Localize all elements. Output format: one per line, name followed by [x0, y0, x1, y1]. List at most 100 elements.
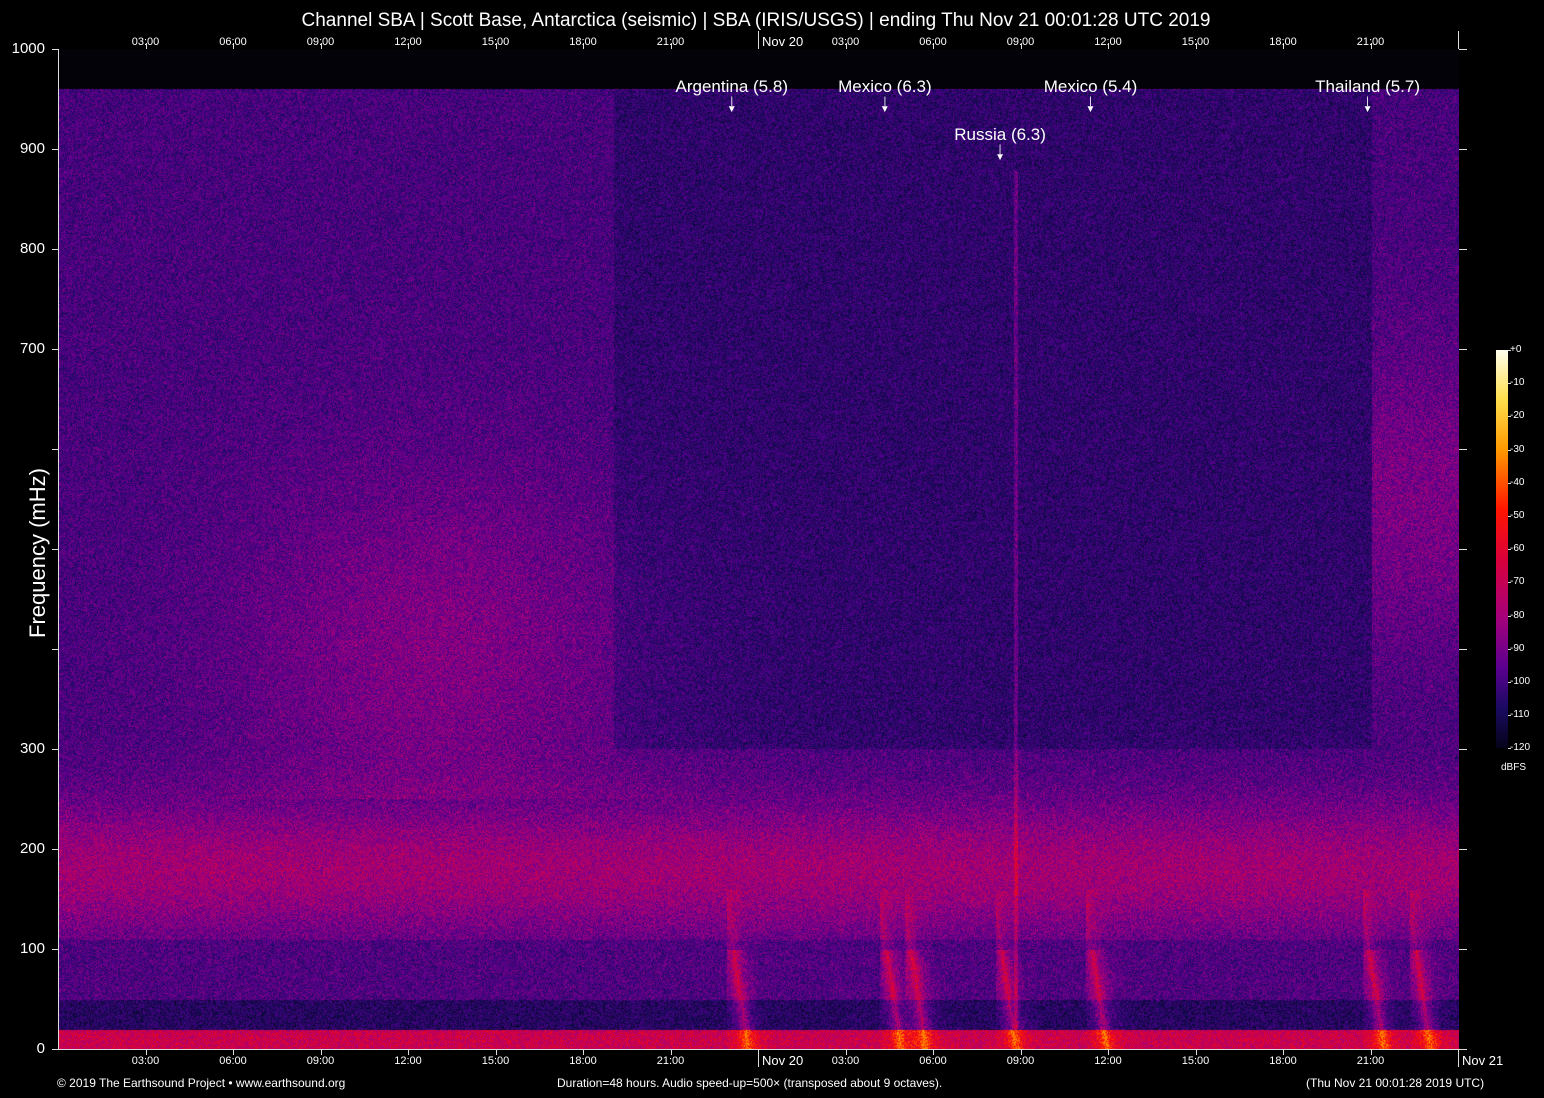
- x-tick-label-top: 03:00: [832, 36, 860, 48]
- footer-timestamp: (Thu Nov 21 00:01:28 2019 UTC): [1306, 1076, 1484, 1090]
- event-label: Argentina (5.8): [676, 77, 788, 96]
- x-tick-label: 15:00: [482, 1055, 510, 1067]
- y-tick-label: 900: [5, 140, 45, 157]
- y-tick-left: [52, 249, 58, 250]
- event-marker: Thailand (5.7) | ▼: [1315, 77, 1420, 114]
- event-marker: Argentina (5.8) | ▼: [676, 77, 788, 114]
- x-tick-label-top: 21:00: [1357, 36, 1385, 48]
- y-tick-label: 800: [5, 240, 45, 257]
- y-tick-right: [1459, 749, 1467, 750]
- spectrogram-image: [59, 49, 1459, 1049]
- x-tick-label: 18:00: [1269, 1055, 1297, 1067]
- y-tick-left: [52, 649, 58, 650]
- y-tick-label: 100: [5, 940, 45, 957]
- x-tick-label-top: 03:00: [132, 36, 160, 48]
- x-tick-top: [758, 31, 759, 49]
- x-tick-label-top: Nov 20: [762, 34, 803, 49]
- y-tick-left: [52, 549, 58, 550]
- colorbar-tick-label: -90: [1510, 643, 1524, 654]
- x-tick-label: 12:00: [394, 1055, 422, 1067]
- y-tick-left: [52, 949, 58, 950]
- colorbar-tick-label: -100: [1510, 676, 1530, 687]
- colorbar-tick-label: -30: [1510, 444, 1524, 455]
- event-marker: Mexico (5.4) | ▼: [1044, 77, 1138, 114]
- y-tick-left: [52, 849, 58, 850]
- colorbar-tick-label: +0: [1510, 344, 1521, 355]
- colorbar-tick-label: -120: [1510, 742, 1530, 753]
- chart-title: Channel SBA | Scott Base, Antarctica (se…: [0, 10, 1512, 32]
- y-tick-left: [52, 749, 58, 750]
- spectrogram-plot: [58, 49, 1459, 1050]
- y-tick-label: 1000: [5, 40, 45, 57]
- colorbar-tick-label: -20: [1510, 410, 1524, 421]
- x-tick-label-top: 15:00: [482, 36, 510, 48]
- x-tick-label: 03:00: [132, 1055, 160, 1067]
- footer-copyright: © 2019 The Earthsound Project • www.eart…: [57, 1076, 345, 1090]
- colorbar-tick-label: -80: [1510, 610, 1524, 621]
- arrow-down-icon: | ▼: [1044, 98, 1138, 114]
- x-end-label: Nov 21: [1462, 1053, 1503, 1068]
- y-tick-right: [1459, 449, 1467, 450]
- x-tick-label-top: 21:00: [657, 36, 685, 48]
- y-tick-left: [52, 349, 58, 350]
- colorbar-tick-label: -60: [1510, 543, 1524, 554]
- x-tick-label-top: 06:00: [219, 36, 247, 48]
- y-tick-left: [52, 1049, 58, 1050]
- y-tick-left: [52, 49, 58, 50]
- y-tick-right: [1459, 349, 1467, 350]
- colorbar-tick-label: -50: [1510, 510, 1524, 521]
- x-tick-label: 06:00: [219, 1055, 247, 1067]
- x-tick-label: 12:00: [1094, 1055, 1122, 1067]
- colorbar-tick-label: -40: [1510, 477, 1524, 488]
- y-tick-label: 200: [5, 840, 45, 857]
- x-tick-label: 21:00: [657, 1055, 685, 1067]
- event-label: Russia (6.3): [954, 125, 1046, 144]
- x-tick-label-top: 15:00: [1182, 36, 1210, 48]
- y-tick-right: [1459, 49, 1467, 50]
- y-tick-right: [1459, 549, 1467, 550]
- x-tick-label: 18:00: [569, 1055, 597, 1067]
- event-label: Mexico (6.3): [838, 77, 932, 96]
- event-label: Mexico (5.4): [1044, 77, 1138, 96]
- x-tick-label: Nov 20: [762, 1053, 803, 1068]
- y-tick-label: 0: [5, 1040, 45, 1057]
- y-tick-left: [52, 449, 58, 450]
- x-tick-label-top: 12:00: [394, 36, 422, 48]
- x-tick-label-top: 09:00: [307, 36, 335, 48]
- x-tick-label: 09:00: [1007, 1055, 1035, 1067]
- x-tick-label-top: 12:00: [1094, 36, 1122, 48]
- arrow-down-icon: | ▼: [1315, 98, 1420, 114]
- arrow-down-icon: | ▼: [954, 146, 1046, 162]
- x-tick-end: [1458, 1049, 1459, 1067]
- x-tick-label: 03:00: [832, 1055, 860, 1067]
- colorbar-tick-label: -10: [1510, 377, 1524, 388]
- x-tick-label-top: 18:00: [569, 36, 597, 48]
- y-tick-label: 700: [5, 340, 45, 357]
- y-tick-right: [1459, 649, 1467, 650]
- event-marker: Mexico (6.3) | ▼: [838, 77, 932, 114]
- y-tick-right: [1459, 949, 1467, 950]
- x-tick-label-top: 09:00: [1007, 36, 1035, 48]
- y-tick-right: [1459, 249, 1467, 250]
- footer-duration: Duration=48 hours. Audio speed-up=500× (…: [557, 1076, 942, 1090]
- y-tick-right: [1459, 149, 1467, 150]
- colorbar: [1496, 350, 1508, 748]
- x-tick-label: 09:00: [307, 1055, 335, 1067]
- x-tick-label: 21:00: [1357, 1055, 1385, 1067]
- event-marker: Russia (6.3) | ▼: [954, 125, 1046, 162]
- arrow-down-icon: | ▼: [838, 98, 932, 114]
- event-label: Thailand (5.7): [1315, 77, 1420, 96]
- x-tick-label: 06:00: [919, 1055, 947, 1067]
- colorbar-tick-label: -70: [1510, 576, 1524, 587]
- colorbar-title: dBFS: [1501, 762, 1526, 773]
- colorbar-tick-label: -110: [1510, 709, 1529, 720]
- x-tick-label-top: 06:00: [919, 36, 947, 48]
- x-tick-end-top: [1458, 31, 1459, 49]
- x-tick-label-top: 18:00: [1269, 36, 1297, 48]
- y-tick-right: [1459, 1049, 1467, 1050]
- y-tick-left: [52, 149, 58, 150]
- x-tick-bottom: [758, 1049, 759, 1067]
- arrow-down-icon: | ▼: [676, 98, 788, 114]
- y-axis-title: Frequency (mHz): [25, 453, 51, 653]
- x-tick-label: 15:00: [1182, 1055, 1210, 1067]
